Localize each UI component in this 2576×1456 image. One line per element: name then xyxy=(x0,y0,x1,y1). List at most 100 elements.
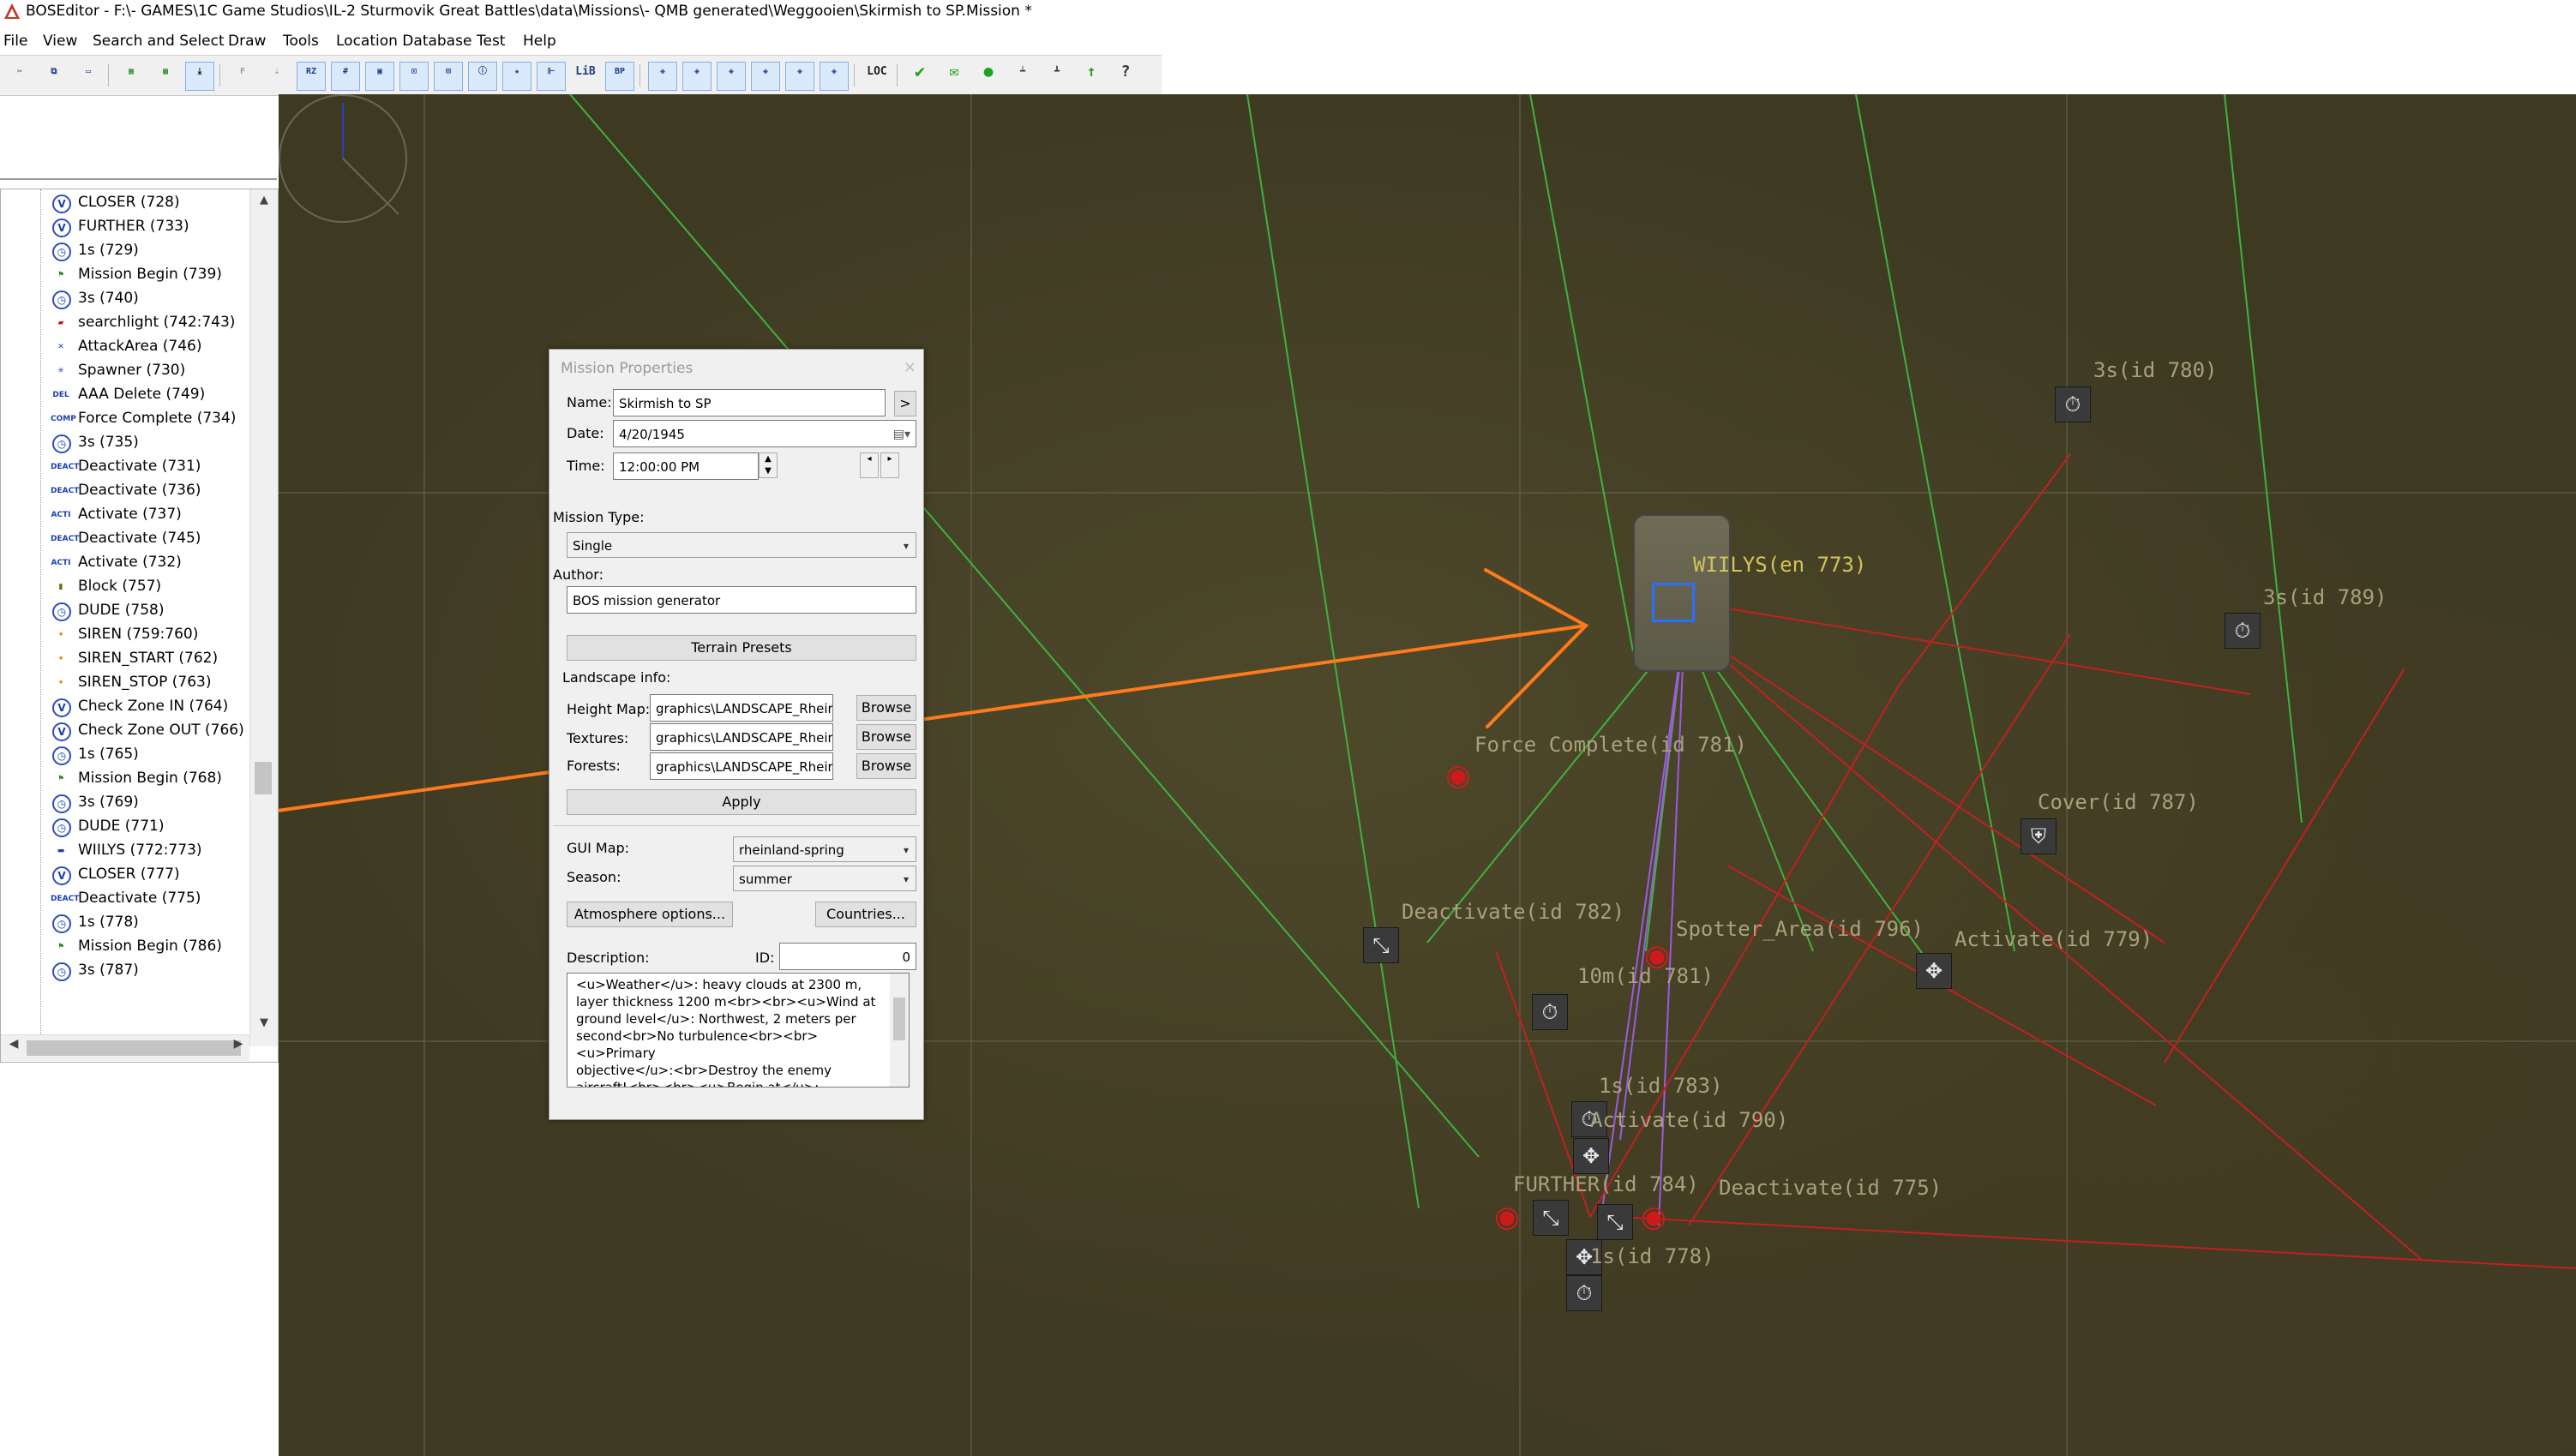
green-dot-icon[interactable]: ● xyxy=(974,62,1003,91)
mtc-button[interactable]: ⊞ xyxy=(434,62,463,91)
deactivate-node-icon[interactable]: ⤡ xyxy=(1363,927,1399,963)
object-tree[interactable]: V CLOSER (728) V FURTHER (733) ◷ 1s (729) ⚑ Mis… xyxy=(0,189,279,1063)
description-textarea[interactable]: <u>Weather</u>: heavy clouds at 2300 m, … xyxy=(567,973,910,1088)
textures-browse-button[interactable]: Browse xyxy=(856,724,916,750)
map-green-icon[interactable]: ▦ xyxy=(117,62,146,91)
gui-map-label: GUI Map: xyxy=(567,840,630,856)
timer-icon: ◷ xyxy=(52,243,71,261)
paste-icon[interactable]: ▭ xyxy=(74,62,103,91)
activate-node-icon[interactable]: ✥ xyxy=(1916,953,1952,989)
tree-item-label: Activate (737) xyxy=(78,506,182,523)
download-icon[interactable]: ⤓ xyxy=(185,62,214,91)
help-icon[interactable]: ? xyxy=(1111,62,1140,91)
activate-node-icon[interactable]: ✥ xyxy=(1573,1138,1609,1174)
countries-button[interactable]: Countries... xyxy=(815,902,916,927)
menu-test[interactable]: Test xyxy=(477,33,505,50)
id-field[interactable]: 0 xyxy=(779,943,916,970)
timer-node-icon[interactable]: ⏱ xyxy=(2055,386,2091,422)
mcu-mis-button[interactable]: ◈ xyxy=(717,62,746,91)
name-more-button[interactable]: > xyxy=(894,391,916,416)
scroll-thumb[interactable] xyxy=(255,762,272,794)
tree-horizontal-scrollbar[interactable]: ◀ ▶ xyxy=(1,1034,249,1061)
time-prev-button[interactable]: ◂ xyxy=(860,452,879,478)
menu-view[interactable]: View xyxy=(43,33,77,50)
f-button[interactable]: F xyxy=(228,62,257,91)
height-map-field[interactable]: graphics\LANDSCAPE_Rheir xyxy=(650,694,833,722)
menu-location-database[interactable]: Location Database xyxy=(336,33,471,50)
name-field[interactable]: Skirmish to SP xyxy=(613,389,886,416)
close-icon[interactable]: × xyxy=(904,358,916,376)
compass-hand xyxy=(342,158,399,215)
check-icon[interactable]: ✔ xyxy=(905,62,934,91)
cut-icon[interactable]: ✂ xyxy=(5,62,34,91)
align-icon[interactable]: ⊩ xyxy=(537,62,566,91)
further-node-icon[interactable]: ◉ xyxy=(1490,1200,1524,1234)
lib-button[interactable]: LiB xyxy=(571,62,600,91)
mcu-trr-button[interactable]: ◈ xyxy=(682,62,712,91)
scroll-thumb[interactable] xyxy=(27,1040,241,1056)
cap-button[interactable]: ⊡ xyxy=(399,62,429,91)
scroll-up-icon[interactable]: ▲ xyxy=(250,189,278,212)
timer-node-icon[interactable]: ⏱ xyxy=(2225,613,2261,649)
tree-header-area xyxy=(0,96,277,180)
scroll-down-icon[interactable]: ▼ xyxy=(250,1012,278,1034)
mcu-obj-button[interactable]: ◈ xyxy=(648,62,677,91)
obj-fav-button[interactable]: ★ xyxy=(502,62,531,91)
scroll-left-icon[interactable]: ◀ xyxy=(3,1037,25,1051)
mission-begin-icon: ⚑ xyxy=(57,943,65,951)
forests-browse-button[interactable]: Browse xyxy=(856,753,916,779)
ruler-icon[interactable]: ┷ xyxy=(1008,62,1037,91)
textures-field[interactable]: graphics\LANDSCAPE_Rheir xyxy=(650,723,833,751)
season-select[interactable]: summer ▾ xyxy=(733,866,916,891)
vehicle-willys[interactable] xyxy=(1633,514,1731,672)
rz-button[interactable]: RZ xyxy=(297,62,326,91)
bp-button[interactable]: BP xyxy=(605,62,634,91)
menu-search-and-select[interactable]: Search and Select xyxy=(93,33,225,50)
menu-draw[interactable]: Draw xyxy=(228,33,266,50)
menu-file[interactable]: File xyxy=(3,33,27,50)
scroll-right-icon[interactable]: ▶ xyxy=(227,1037,249,1051)
menu-help[interactable]: Help xyxy=(523,33,556,50)
time-next-button[interactable]: ▸ xyxy=(880,452,899,478)
copy-icon[interactable]: ⧉ xyxy=(39,62,69,91)
time-field[interactable]: 12:00:00 PM xyxy=(613,452,759,480)
cover-shield-icon[interactable]: ⛨ xyxy=(2021,818,2057,854)
map-label: 1s(id 783) xyxy=(1599,1074,1723,1098)
map-view[interactable]: ⏱ ⏱ ⛨ ◉ ⤡ ◉ ✥ ⏱ ⏱ ✥ ◉ ⤡ ⤡ ◉ ✥ ⏱ 3s(id 78… xyxy=(279,94,2576,1456)
map-layers-icon[interactable]: ▩ xyxy=(151,62,180,91)
mcu-sel-button[interactable]: ◈ xyxy=(751,62,780,91)
calendar-icon[interactable]: ▤▾ xyxy=(893,421,910,446)
envelope-icon[interactable]: ✉ xyxy=(940,62,969,91)
scroll-thumb[interactable] xyxy=(893,998,905,1040)
tree-vertical-scrollbar[interactable]: ▲ ▼ xyxy=(249,189,278,1046)
author-field[interactable]: BOS mission generator xyxy=(567,586,916,614)
siren-icon: ✦ xyxy=(57,679,64,687)
description-scrollbar[interactable] xyxy=(890,974,909,1087)
terrain-presets-button[interactable]: Terrain Presets xyxy=(567,635,916,661)
force-complete-icon[interactable]: ◉ xyxy=(1441,758,1475,793)
time-spinner[interactable]: ▲ ▼ xyxy=(759,452,778,478)
forests-field[interactable]: graphics\LANDSCAPE_Rheir xyxy=(650,752,833,780)
grid-icon[interactable]: # xyxy=(331,62,360,91)
menu-tools[interactable]: Tools xyxy=(283,33,319,50)
height-map-browse-button[interactable]: Browse xyxy=(856,695,916,721)
timer-node-icon[interactable]: ⏱ xyxy=(1566,1275,1602,1311)
mission-type-select[interactable]: Single ▾ xyxy=(567,532,916,558)
date-field[interactable]: 4/20/1945 ▤▾ xyxy=(613,420,916,447)
deactivate-node-icon[interactable]: ⤡ xyxy=(1533,1200,1569,1236)
loc-button[interactable]: LOC xyxy=(862,62,892,91)
mcu-arw-button[interactable]: ◈ xyxy=(820,62,849,91)
gui-map-select[interactable]: rheinland-spring ▾ xyxy=(733,836,916,862)
atmosphere-options-button[interactable]: Atmosphere options... xyxy=(567,902,733,927)
arrow-up-icon[interactable]: ↑ xyxy=(1077,62,1106,91)
info-icon[interactable]: ⓘ xyxy=(468,62,497,91)
frame-icon[interactable]: ▣ xyxy=(365,62,394,91)
ruler2-icon[interactable]: ┻ xyxy=(1042,62,1072,91)
timer-node-icon[interactable]: ⏱ xyxy=(1532,994,1568,1030)
import-icon[interactable]: ⇣ xyxy=(262,62,291,91)
closer-node-icon[interactable]: ◉ xyxy=(1636,1200,1671,1234)
apply-button[interactable]: Apply xyxy=(567,789,916,815)
tree-item-label: Force Complete (734) xyxy=(78,410,237,427)
deactivate-node-icon[interactable]: ⤡ xyxy=(1597,1204,1633,1240)
mcu-unit-button[interactable]: ◈ xyxy=(785,62,814,91)
